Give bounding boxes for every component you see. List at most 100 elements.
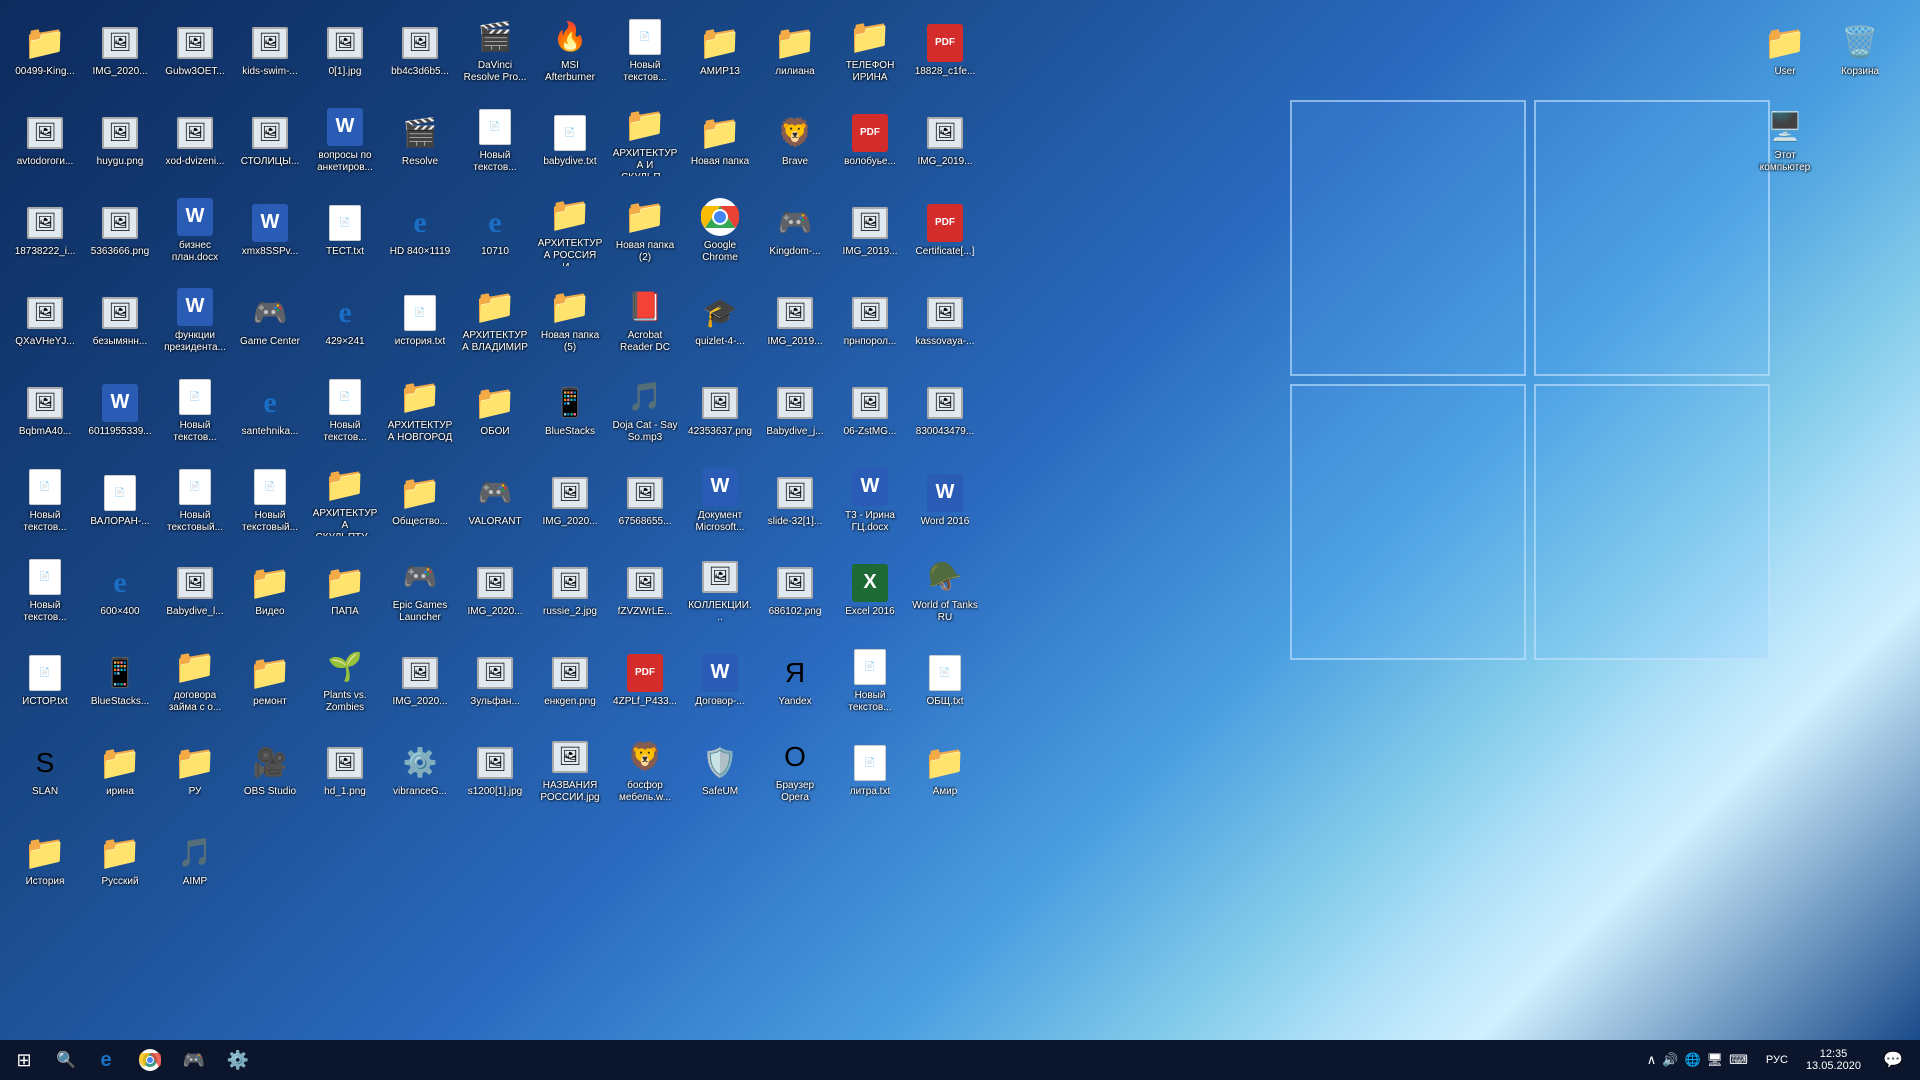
desktop-icon-zulfan[interactable]: 🖼 Зульфан...	[460, 640, 530, 720]
desktop-icon-img-2020-4[interactable]: 🖼 IMG_2020...	[385, 640, 455, 720]
desktop-icon-novyi-text-9[interactable]: 📄 Новый текстов...	[835, 640, 905, 720]
desktop-icon-bb4c3d6b5[interactable]: 🖼 bb4c3d6b5...	[385, 10, 455, 90]
desktop-icon-babydive-jpg2[interactable]: 🖼 Babydive_l...	[160, 550, 230, 630]
desktop-icon-user[interactable]: 📁 User	[1750, 10, 1820, 90]
desktop-icon-slan[interactable]: S SLAN	[10, 730, 80, 810]
tray-volume[interactable]: 🔊	[1660, 1050, 1680, 1070]
desktop-icon-safeUM[interactable]: 🛡️ SafeUM	[685, 730, 755, 810]
desktop-icon-novyi-text-2[interactable]: 📄 Новый текстов...	[460, 100, 530, 180]
desktop-icon-bluestacks-2[interactable]: 📱 BlueStacks...	[85, 640, 155, 720]
desktop-icon-remont[interactable]: 📁 ремонт	[235, 640, 305, 720]
desktop-icon-davinci[interactable]: 🎬 DaVinci Resolve Pro...	[460, 10, 530, 90]
desktop-icon-kids-swim[interactable]: 🖼 kids-swim-...	[235, 10, 305, 90]
desktop-icon-yandex[interactable]: Я Yandex	[760, 640, 830, 720]
desktop-icon-kollektsii[interactable]: 🖼 КОЛЛЕКЦИИ...	[685, 550, 755, 630]
desktop-icon-msi-afterburner[interactable]: 🔥 MSI Afterburner	[535, 10, 605, 90]
desktop-icon-67568655[interactable]: 🖼 67568655...	[610, 460, 680, 540]
desktop-icon-liliana[interactable]: 📁 лилиана	[760, 10, 830, 90]
desktop-icon-world-of-tanks[interactable]: 🪖 World of Tanks RU	[910, 550, 980, 630]
desktop-icon-10710[interactable]: e 10710	[460, 190, 530, 270]
desktop-icon-bossfor[interactable]: 🦁 босфор мебель.w...	[610, 730, 680, 810]
desktop-icon-amir13[interactable]: 📁 АМИР13	[685, 10, 755, 90]
desktop-icon-valorant-txt[interactable]: 📄 ВАЛОРАН-...	[85, 460, 155, 540]
desktop-icon-opera[interactable]: O Браузер Opera	[760, 730, 830, 810]
desktop-icon-doja-cat[interactable]: 🎵 Doja Cat - Say So.mp3	[610, 370, 680, 450]
desktop-icon-babydive-txt[interactable]: 📄 babydive.txt	[535, 100, 605, 180]
desktop-icon-arhitektura-rossiya[interactable]: 📁 АРХИТЕКТУРА РОССИЯ И...	[535, 190, 605, 270]
desktop-icon-epic-games[interactable]: 🎮 Epic Games Launcher	[385, 550, 455, 630]
desktop-icon-biznes-plan[interactable]: W бизнес план.docx	[160, 190, 230, 270]
desktop-icon-novyi-text-7[interactable]: 📄 Новый текстовый...	[235, 460, 305, 540]
desktop-icon-game-center[interactable]: 🎮 Game Center	[235, 280, 305, 360]
desktop-icon-word-2016[interactable]: W Word 2016	[910, 460, 980, 540]
desktop-icon-arhitektura-skulp[interactable]: 📁 АРХИТЕКТУРА И СКУЛЬП...	[610, 100, 680, 180]
taskbar-clock[interactable]: 12:35 13.05.2020	[1796, 1040, 1871, 1080]
desktop-icon-resolve[interactable]: 🎬 Resolve	[385, 100, 455, 180]
desktop-icon-korzina[interactable]: 🗑️ Корзина	[1825, 10, 1895, 90]
desktop-icon-novaya-papka-5[interactable]: 📁 Новая папка (5)	[535, 280, 605, 360]
desktop-icon-dogovor-zaim[interactable]: 📁 договора займа с о...	[160, 640, 230, 720]
desktop-icon-istoriya-txt[interactable]: 📄 история.txt	[385, 280, 455, 360]
taskbar-steam[interactable]: 🎮	[172, 1040, 216, 1080]
desktop-icon-irina[interactable]: 📁 ирина	[85, 730, 155, 810]
desktop-icon-t3-irina[interactable]: W Т3 - Ирина ГЦ.docx	[835, 460, 905, 540]
desktop-icon-oboi[interactable]: 📁 ОБОИ	[460, 370, 530, 450]
desktop-icon-830043479[interactable]: 🖼 830043479...	[910, 370, 980, 450]
desktop-icon-aimp[interactable]: 🎵 AIMP	[160, 820, 230, 900]
desktop-icon-voprosy-po[interactable]: W вопросы по анкетиров...	[310, 100, 380, 180]
desktop-icon-ru[interactable]: 📁 РУ	[160, 730, 230, 810]
desktop-icon-obschee[interactable]: 📁 Общество...	[385, 460, 455, 540]
start-button[interactable]: ⊞	[0, 1040, 48, 1080]
desktop-icon-russkiy[interactable]: 📁 Русский	[85, 820, 155, 900]
desktop-icon-dokument-ms[interactable]: W Документ Microsoft...	[685, 460, 755, 540]
desktop-icon-arhitektura-skulpt2[interactable]: 📁 АРХИТЕКТУРА СКУЛЬПТУ...	[310, 460, 380, 540]
desktop-icon-plants-zombies[interactable]: 🌱 Plants vs. Zombies	[310, 640, 380, 720]
desktop-icon-russie-2[interactable]: 🖼 russie_2.jpg	[535, 550, 605, 630]
desktop-icon-novyi-text-1[interactable]: 📄 Новый текстов...	[610, 10, 680, 90]
desktop-icon-enkgen-png[interactable]: 🖼 енкgen.png	[535, 640, 605, 720]
desktop-icon-brave[interactable]: 🦁 Brave	[760, 100, 830, 180]
desktop-icon-hd-1-png[interactable]: 🖼 hd_1.png	[310, 730, 380, 810]
tray-display[interactable]: 🖥	[1705, 1050, 1726, 1070]
desktop-icon-img-2019-3[interactable]: 🖼 IMG_2019...	[760, 280, 830, 360]
taskbar-language[interactable]: РУС	[1758, 1054, 1796, 1066]
desktop-icon-s1200-1[interactable]: 🖼 s1200[1].jpg	[460, 730, 530, 810]
desktop-icon-stolitcy[interactable]: 🖼 СТОЛИЦЫ...	[235, 100, 305, 180]
desktop-icon-novaya-papka-2[interactable]: 📁 Новая папка (2)	[610, 190, 680, 270]
taskbar-settings[interactable]: ⚙️	[216, 1040, 260, 1080]
desktop-icon-volobuye[interactable]: PDF волобуье...	[835, 100, 905, 180]
desktop-icon-google-chrome[interactable]: Google Chrome	[685, 190, 755, 270]
desktop-icon-novyi-text-5[interactable]: 📄 Новый текстов...	[10, 460, 80, 540]
desktop-icon-dogovor-rossiya[interactable]: W Договор-...	[685, 640, 755, 720]
desktop-icon-arhitektura-vladimir[interactable]: 📁 АРХИТЕКТУРА ВЛАДИМИР	[460, 280, 530, 360]
desktop-icon-avtodorog[interactable]: 🖼 avtodoroги...	[10, 100, 80, 180]
desktop-icon-00499-king[interactable]: 📁 00499-King...	[10, 10, 80, 90]
desktop-icon-telefon-irina[interactable]: 📁 ТЕЛЕФОН ИРИНА	[835, 10, 905, 90]
desktop-icon-vibranceg[interactable]: ⚙️ vibranceG...	[385, 730, 455, 810]
taskbar-chrome[interactable]	[128, 1040, 172, 1080]
desktop-icon-18738222[interactable]: 🖼 18738222_i...	[10, 190, 80, 270]
desktop-icon-kassovaya[interactable]: 🖼 kassovaya-...	[910, 280, 980, 360]
desktop-icon-bluestacks[interactable]: 📱 BlueStacks	[535, 370, 605, 450]
desktop-icon-babydive-jpg[interactable]: 🖼 Babydive_j...	[760, 370, 830, 450]
desktop-icon-papa[interactable]: 📁 ПАПА	[310, 550, 380, 630]
desktop-icon-quizlet-4[interactable]: 🎓 quizlet-4-...	[685, 280, 755, 360]
desktop-icon-xod-dvizeni[interactable]: 🖼 xod-dvizeni...	[160, 100, 230, 180]
desktop-icon-bezymyanny[interactable]: 🖼 безымянн...	[85, 280, 155, 360]
desktop-icon-etot-komputer[interactable]: 🖥️ Этот компьютер	[1750, 100, 1820, 180]
desktop-icon-istor-txt[interactable]: 📄 ИСТОР.txt	[10, 640, 80, 720]
desktop-icon-gubw3oet[interactable]: 🖼 Gubw3OET...	[160, 10, 230, 90]
desktop-icon-kingdom[interactable]: 🎮 Kingdom-...	[760, 190, 830, 270]
desktop-icon-686102-png[interactable]: 🖼 686102.png	[760, 550, 830, 630]
desktop-icon-certificate[interactable]: PDF Certificate[...]	[910, 190, 980, 270]
desktop-icon-video[interactable]: 📁 Видео	[235, 550, 305, 630]
desktop-icon-prn[interactable]: 🖼 прнпорол...	[835, 280, 905, 360]
desktop-icon-img-2020-2[interactable]: 🖼 IMG_2020...	[535, 460, 605, 540]
desktop-icon-0-1-jpg[interactable]: 🖼 0[1].jpg	[310, 10, 380, 90]
desktop-icon-nazvaniya-rossii[interactable]: 🖼 НАЗВАНИЯ РОССИИ.jpg	[535, 730, 605, 810]
desktop-icon-novyi-text-3[interactable]: 📄 Новый текстов...	[160, 370, 230, 450]
taskbar-notification[interactable]: 💬	[1871, 1040, 1915, 1080]
desktop-icon-valorant[interactable]: 🎮 VALORANT	[460, 460, 530, 540]
search-button[interactable]: 🔍	[48, 1040, 84, 1080]
desktop-icon-hd-840[interactable]: e HD 840×1119	[385, 190, 455, 270]
